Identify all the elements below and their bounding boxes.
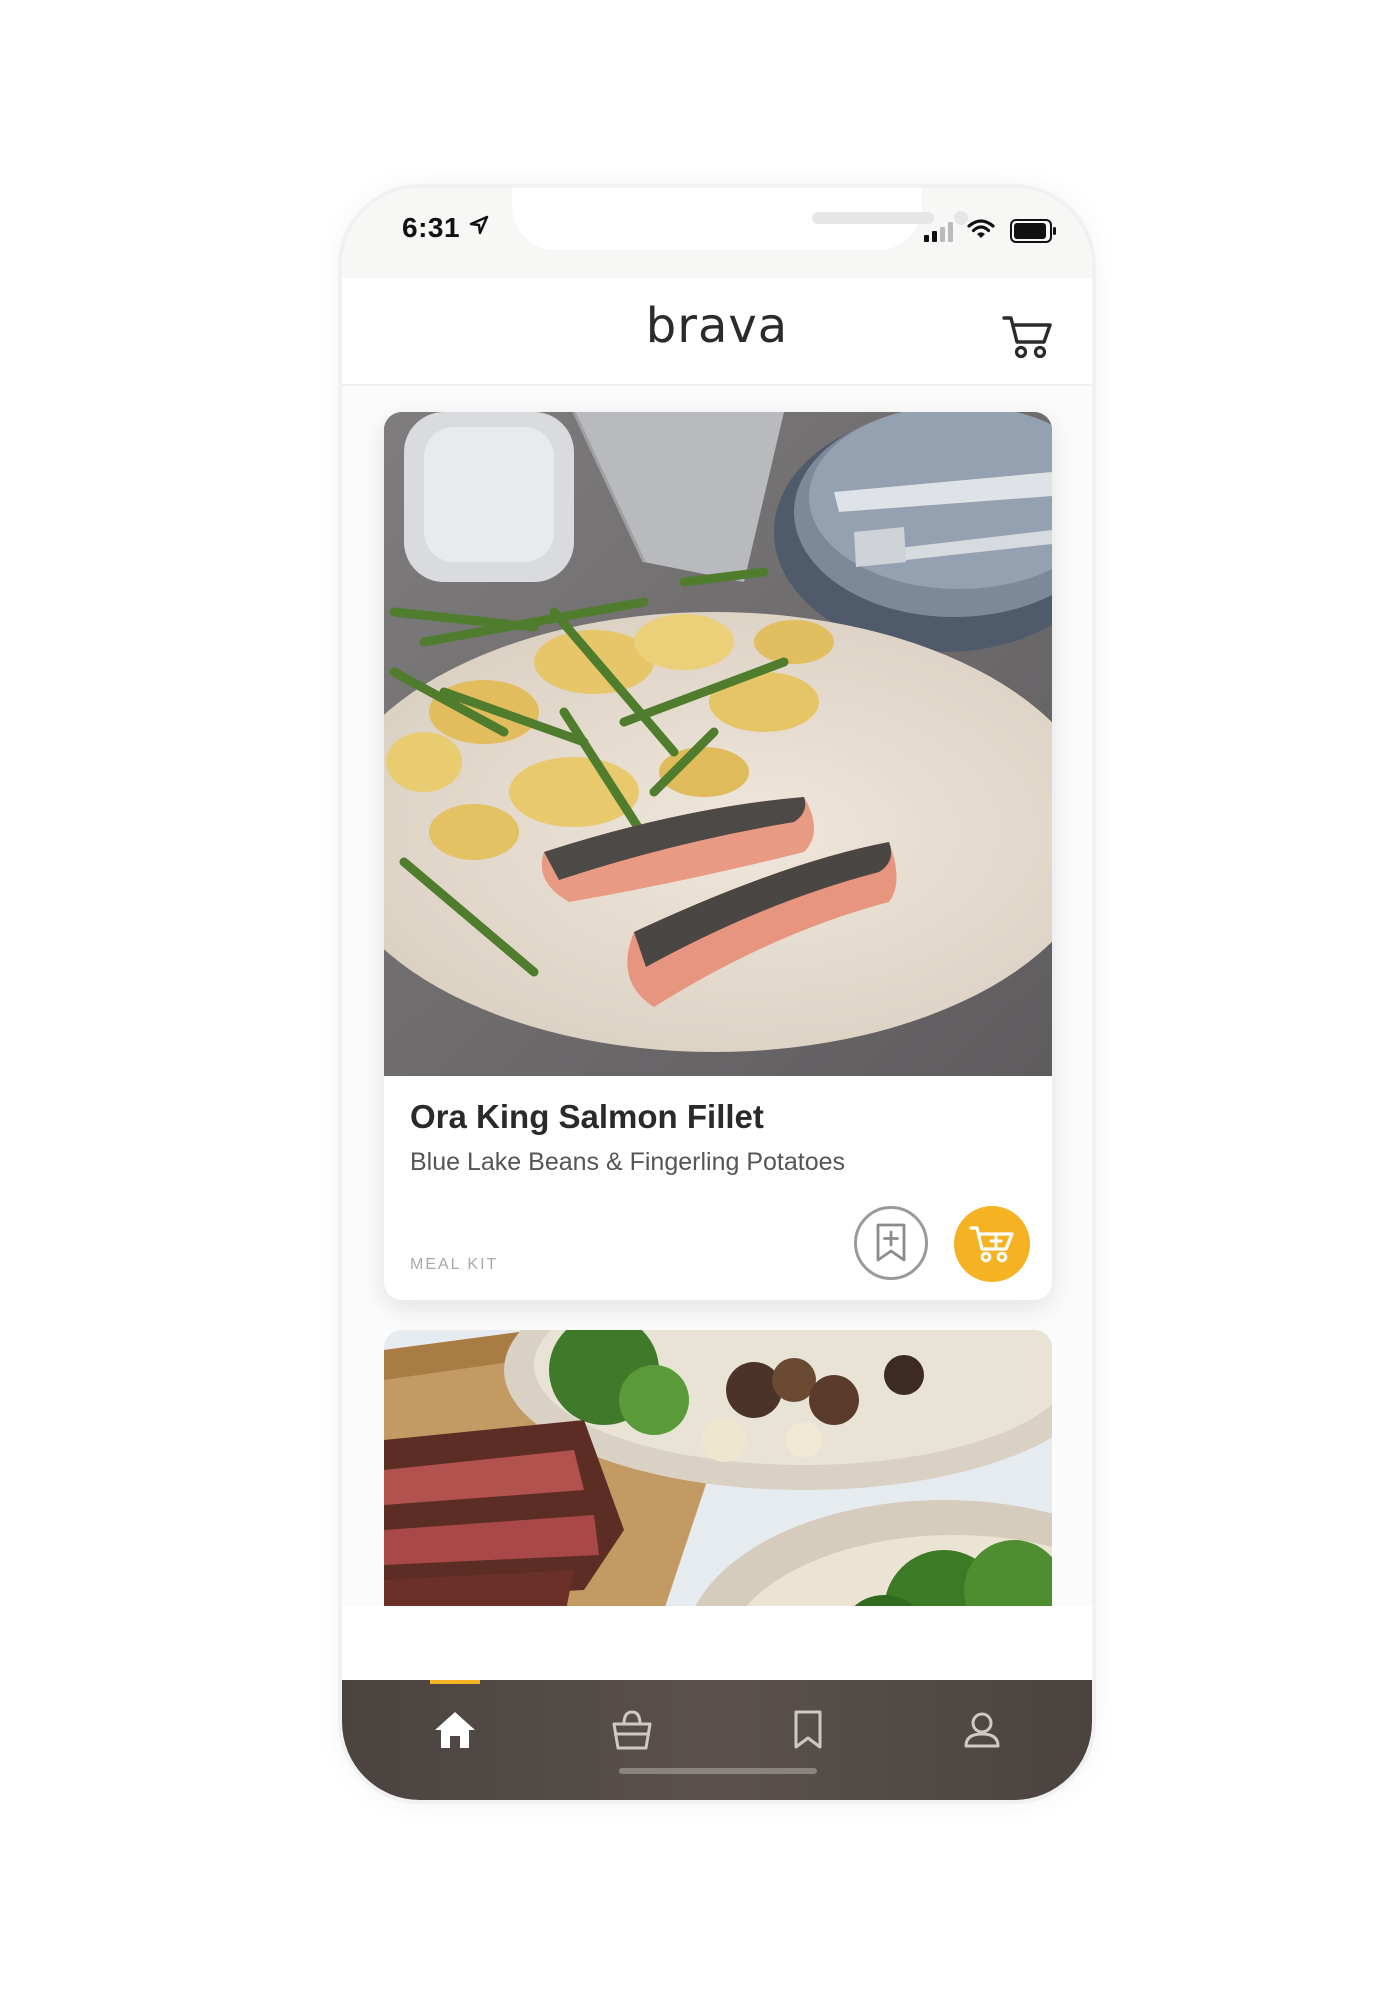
tab-profile[interactable] — [952, 1700, 1012, 1760]
speaker — [812, 212, 934, 224]
page: 6:31 brava Ora King Salmon Fillet Blue L… — [0, 0, 1390, 2000]
product-image-salmon[interactable] — [384, 412, 1052, 1076]
cart-add-icon — [969, 1226, 1014, 1263]
product-type-label: MEAL KIT — [410, 1256, 499, 1273]
cellular-signal-icon — [924, 222, 953, 242]
home-indicator[interactable] — [619, 1768, 817, 1774]
product-feed[interactable]: Ora King Salmon Fillet Blue Lake Beans &… — [342, 386, 1092, 1606]
shopping-bag-icon — [612, 1710, 652, 1750]
product-subtitle: Blue Lake Beans & Fingerling Potatoes — [410, 1148, 845, 1176]
phone-frame: 6:31 brava Ora King Salmon Fillet Blue L… — [342, 188, 1092, 1800]
active-tab-indicator — [430, 1680, 480, 1684]
brand-logo[interactable]: brava — [342, 298, 1092, 354]
product-image-steak[interactable] — [384, 1330, 1052, 1606]
status-time: 6:31 — [402, 212, 461, 243]
location-arrow-icon — [469, 215, 489, 235]
wifi-icon — [967, 219, 995, 238]
cart-icon[interactable] — [1002, 314, 1054, 360]
bookmark-add-icon — [876, 1223, 906, 1262]
product-card-steak[interactable] — [384, 1330, 1052, 1606]
product-title[interactable]: Ora King Salmon Fillet — [410, 1098, 764, 1136]
add-to-cart-button[interactable] — [954, 1206, 1030, 1282]
product-card[interactable]: Ora King Salmon Fillet Blue Lake Beans &… — [384, 412, 1052, 1300]
notch — [512, 188, 968, 250]
tab-home[interactable] — [425, 1700, 485, 1760]
battery-icon — [1010, 219, 1056, 243]
tab-saved[interactable] — [778, 1700, 838, 1760]
home-icon — [435, 1712, 475, 1748]
app-header: brava — [342, 278, 1092, 386]
status-bar: 6:31 — [342, 188, 1092, 278]
tab-shop[interactable] — [602, 1700, 662, 1760]
front-camera — [954, 211, 968, 225]
bottom-tab-bar — [342, 1680, 1092, 1800]
profile-icon — [964, 1712, 1000, 1748]
save-to-favorites-button[interactable] — [854, 1206, 928, 1280]
bookmark-icon — [794, 1710, 822, 1749]
